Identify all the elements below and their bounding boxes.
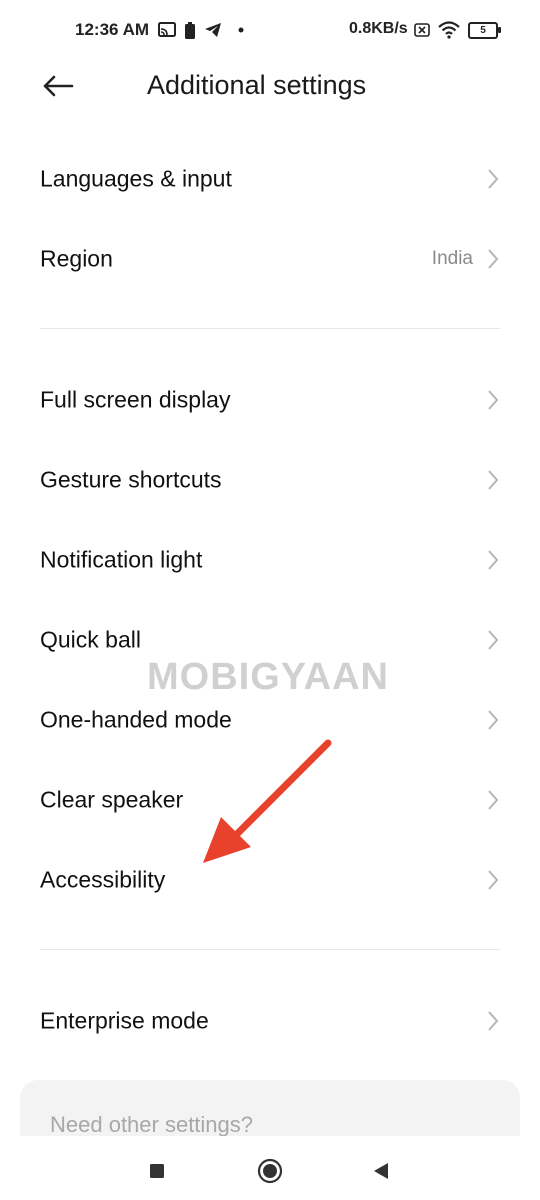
chevron-right-icon bbox=[488, 390, 499, 410]
home-button[interactable] bbox=[255, 1156, 285, 1186]
row-label: Quick ball bbox=[40, 626, 141, 653]
sim-x-icon bbox=[414, 23, 430, 37]
chevron-right-icon bbox=[488, 470, 499, 490]
row-notification-light[interactable]: Notification light bbox=[0, 520, 540, 600]
telegram-icon bbox=[205, 23, 221, 37]
row-label: Enterprise mode bbox=[40, 1007, 209, 1034]
row-label: Accessibility bbox=[40, 866, 166, 893]
page-title: Additional settings bbox=[147, 70, 367, 100]
wifi-icon bbox=[438, 21, 460, 39]
back-button[interactable] bbox=[36, 66, 80, 106]
row-languages-input[interactable]: Languages & input bbox=[0, 139, 540, 219]
red-pointer-arrow-icon bbox=[203, 739, 332, 863]
row-label: Full screen display bbox=[40, 386, 231, 413]
row-label: Gesture shortcuts bbox=[40, 466, 222, 493]
region-value: India bbox=[431, 248, 473, 269]
status-network-speed: 0.8KB/s bbox=[349, 20, 408, 37]
battery-saver-icon bbox=[185, 21, 195, 39]
row-label: Clear speaker bbox=[40, 786, 184, 813]
chevron-right-icon bbox=[488, 169, 499, 189]
back-icon bbox=[374, 1163, 388, 1179]
row-gesture-shortcuts[interactable]: Gesture shortcuts bbox=[0, 440, 540, 520]
row-label: One-handed mode bbox=[40, 706, 232, 733]
chevron-right-icon bbox=[488, 630, 499, 650]
cast-icon bbox=[158, 22, 176, 37]
dot-icon bbox=[238, 27, 244, 33]
row-region[interactable]: Region India bbox=[0, 219, 540, 299]
divider bbox=[40, 328, 500, 329]
chevron-right-icon bbox=[488, 870, 499, 890]
recent-apps-icon bbox=[150, 1164, 164, 1178]
battery-level: 5 bbox=[480, 24, 486, 36]
row-full-screen-display[interactable]: Full screen display bbox=[0, 360, 540, 440]
status-bar: 12:36 AM 0.8KB/s 5 bbox=[0, 0, 540, 60]
row-enterprise-mode[interactable]: Enterprise mode bbox=[0, 981, 540, 1061]
row-label: Region bbox=[40, 245, 113, 272]
divider bbox=[40, 949, 500, 950]
row-label: Languages & input bbox=[40, 165, 232, 192]
status-icons-left bbox=[158, 20, 245, 40]
chevron-right-icon bbox=[488, 249, 499, 269]
row-label: Notification light bbox=[40, 546, 203, 573]
chevron-right-icon bbox=[488, 1011, 499, 1031]
recent-apps-button[interactable] bbox=[142, 1156, 172, 1186]
status-time: 12:36 AM bbox=[75, 20, 150, 39]
navigation-bar bbox=[0, 1136, 540, 1200]
watermark-logo: MOBIGYAAN bbox=[147, 656, 389, 698]
chevron-right-icon bbox=[488, 710, 499, 730]
chevron-right-icon bbox=[488, 550, 499, 570]
battery-icon: 5 bbox=[468, 21, 501, 39]
nav-back-button[interactable] bbox=[366, 1156, 396, 1186]
chevron-right-icon bbox=[488, 790, 499, 810]
card-text: Need other settings? bbox=[50, 1112, 254, 1137]
home-icon bbox=[257, 1158, 283, 1184]
back-arrow-icon bbox=[43, 75, 74, 97]
status-icons-right: 5 bbox=[414, 19, 501, 41]
